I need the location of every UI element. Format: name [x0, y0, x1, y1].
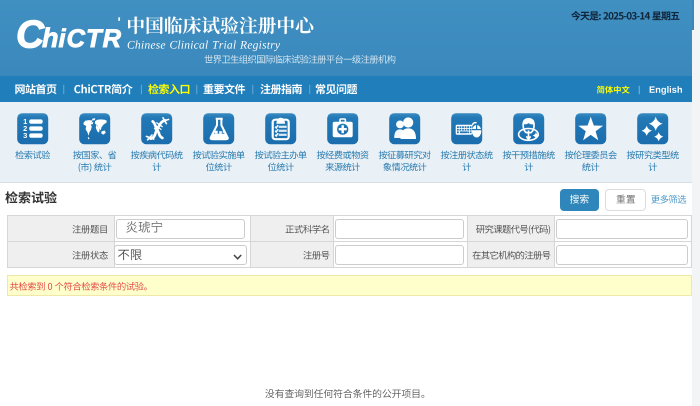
svg-text:3: 3 [23, 131, 27, 140]
